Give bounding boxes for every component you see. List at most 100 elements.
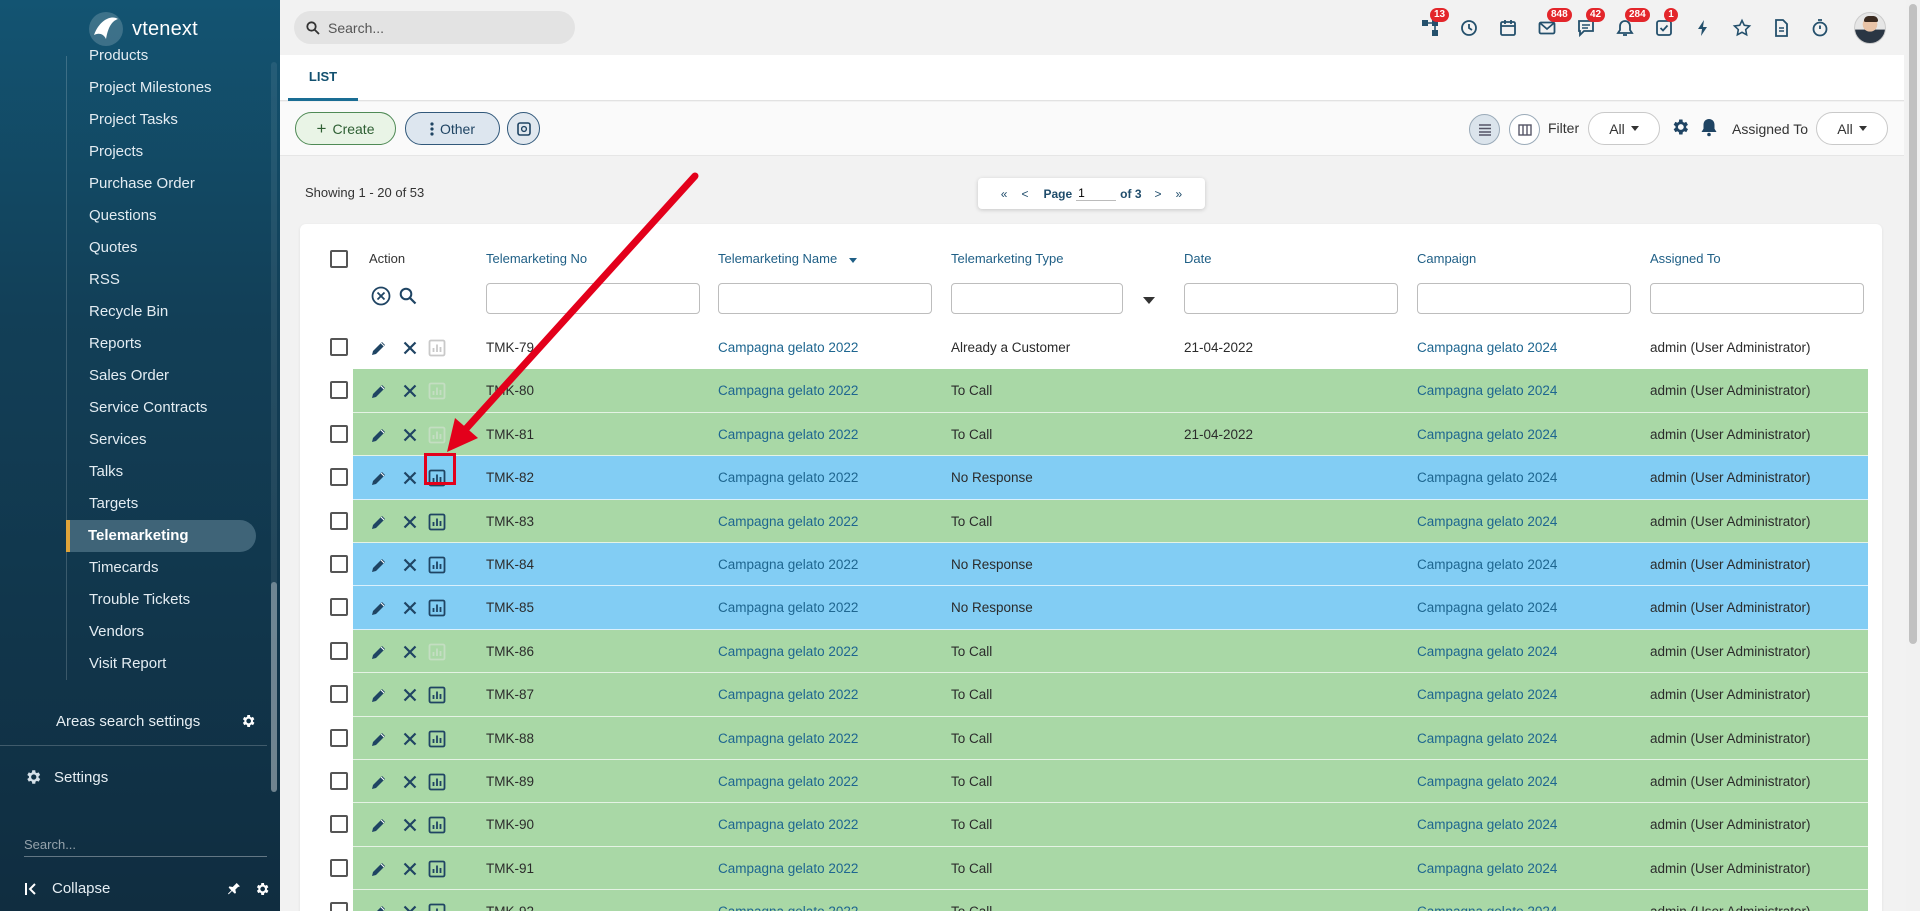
bell-icon[interactable] <box>1700 117 1718 137</box>
chart-icon[interactable] <box>427 859 447 879</box>
row-checkbox[interactable] <box>330 728 348 747</box>
column-header-assigned[interactable]: Assigned To <box>1650 251 1721 266</box>
cell-name[interactable]: Campagna gelato 2022 <box>718 731 858 746</box>
select-all-checkbox[interactable] <box>330 250 348 268</box>
table-row[interactable]: TMK-80 Campagna gelato 2022 To Call Campagn… <box>300 369 1868 413</box>
row-checkbox[interactable] <box>330 468 348 487</box>
delete-icon[interactable] <box>400 381 420 401</box>
edit-icon[interactable] <box>369 902 389 911</box>
cell-number[interactable]: TMK-85 <box>486 600 534 615</box>
edit-icon[interactable] <box>369 729 389 749</box>
sidebar-scrollbar-thumb[interactable] <box>271 582 277 792</box>
cell-number[interactable]: TMK-82 <box>486 470 534 485</box>
cell-campaign[interactable]: Campagna gelato 2024 <box>1417 687 1557 702</box>
sidebar-item-targets[interactable]: Targets <box>67 488 256 520</box>
sidebar-item-telemarketing[interactable]: Telemarketing <box>66 520 256 552</box>
page-number-input[interactable] <box>1076 186 1117 201</box>
edit-icon[interactable] <box>369 338 389 358</box>
sidebar-item-talks[interactable]: Talks <box>67 456 256 488</box>
last-page-button[interactable]: » <box>1169 187 1190 201</box>
cell-number[interactable]: TMK-80 <box>486 383 534 398</box>
collapse-sidebar[interactable]: Collapse <box>24 880 270 897</box>
column-header-campaign[interactable]: Campaign <box>1417 251 1476 266</box>
table-row[interactable]: TMK-91 Campagna gelato 2022 To Call Campagn… <box>300 846 1868 891</box>
sidebar-item-rss[interactable]: RSS <box>67 264 256 296</box>
user-avatar[interactable] <box>1854 12 1886 44</box>
gear-icon[interactable] <box>254 881 270 897</box>
cell-name[interactable]: Campagna gelato 2022 <box>718 470 858 485</box>
delete-icon[interactable] <box>400 815 420 835</box>
cell-campaign[interactable]: Campagna gelato 2024 <box>1417 644 1557 659</box>
edit-icon[interactable] <box>369 512 389 532</box>
cell-name[interactable]: Campagna gelato 2022 <box>718 514 858 529</box>
edit-icon[interactable] <box>369 598 389 618</box>
cell-name[interactable]: Campagna gelato 2022 <box>718 817 858 832</box>
column-header-name[interactable]: Telemarketing Name <box>718 251 857 266</box>
cell-campaign[interactable]: Campagna gelato 2024 <box>1417 557 1557 572</box>
table-row[interactable]: TMK-92 Campagna gelato 2022 To Call Campagn… <box>300 890 1868 911</box>
first-page-button[interactable]: « <box>994 187 1015 201</box>
sidebar-item-service-contracts[interactable]: Service Contracts <box>67 392 256 424</box>
delete-icon[interactable] <box>400 338 420 358</box>
row-checkbox[interactable] <box>330 902 348 911</box>
delete-icon[interactable] <box>400 555 420 575</box>
page-scrollbar[interactable] <box>1906 0 1920 911</box>
processes-button[interactable]: 13 <box>1410 8 1450 44</box>
edit-icon[interactable] <box>369 772 389 792</box>
favorites-button[interactable] <box>1722 12 1761 44</box>
cell-campaign[interactable]: Campagna gelato 2024 <box>1417 514 1557 529</box>
row-checkbox[interactable] <box>330 772 348 790</box>
edit-icon[interactable] <box>369 468 389 488</box>
cell-number[interactable]: TMK-91 <box>486 861 534 876</box>
tab-list[interactable]: LIST <box>288 55 358 101</box>
settings-view-button[interactable] <box>507 112 540 145</box>
cell-number[interactable]: TMK-92 <box>486 904 534 911</box>
sidebar-item-visit-report[interactable]: Visit Report <box>67 648 256 680</box>
sidebar-search-input[interactable] <box>24 833 267 857</box>
cell-name[interactable]: Campagna gelato 2022 <box>718 687 858 702</box>
chart-icon[interactable] <box>427 729 447 749</box>
cell-name[interactable]: Campagna gelato 2022 <box>718 861 858 876</box>
sidebar-item-services[interactable]: Services <box>67 424 256 456</box>
cell-name[interactable]: Campagna gelato 2022 <box>718 600 858 615</box>
chevron-down-icon[interactable] <box>1143 297 1155 304</box>
edit-icon[interactable] <box>369 685 389 705</box>
row-checkbox[interactable] <box>330 685 348 704</box>
cell-campaign[interactable]: Campagna gelato 2024 <box>1417 383 1557 398</box>
cell-campaign[interactable]: Campagna gelato 2024 <box>1417 774 1557 789</box>
sidebar-item-purchase-order[interactable]: Purchase Order <box>67 168 256 200</box>
messages-button[interactable]: 42 <box>1566 8 1606 44</box>
sidebar-scrollbar[interactable] <box>271 62 277 792</box>
table-row[interactable]: TMK-81 Campagna gelato 2022 To Call 21-04-2… <box>300 412 1868 457</box>
cell-number[interactable]: TMK-87 <box>486 687 534 702</box>
todos-button[interactable]: 1 <box>1644 8 1683 44</box>
table-row[interactable]: TMK-90 Campagna gelato 2022 To Call Campagn… <box>300 803 1868 847</box>
row-checkbox[interactable] <box>330 511 348 530</box>
timer-button[interactable] <box>1800 12 1839 44</box>
quick-actions-button[interactable] <box>1683 12 1722 44</box>
edit-icon[interactable] <box>369 555 389 575</box>
table-row[interactable]: TMK-83 Campagna gelato 2022 To Call Campagn… <box>300 499 1868 543</box>
column-header-number[interactable]: Telemarketing No <box>486 251 587 266</box>
table-row[interactable]: TMK-84 Campagna gelato 2022 No Response Cam… <box>300 543 1868 587</box>
column-header-date[interactable]: Date <box>1184 251 1211 266</box>
table-row[interactable]: TMK-88 Campagna gelato 2022 To Call Campagn… <box>300 716 1868 760</box>
cell-name[interactable]: Campagna gelato 2022 <box>718 427 858 442</box>
row-checkbox[interactable] <box>330 641 348 660</box>
other-button[interactable]: Other <box>405 112 500 145</box>
chart-icon[interactable] <box>427 772 447 792</box>
clear-filter-icon[interactable] <box>371 286 391 306</box>
chart-icon[interactable] <box>427 598 447 618</box>
pin-icon[interactable] <box>226 881 242 897</box>
notes-button[interactable] <box>1761 12 1800 44</box>
sidebar-item-vendors[interactable]: Vendors <box>67 616 256 648</box>
delete-icon[interactable] <box>400 772 420 792</box>
column-header-type[interactable]: Telemarketing Type <box>951 251 1064 266</box>
sidebar-item-project-milestones[interactable]: Project Milestones <box>67 72 256 104</box>
filter-assigned-input[interactable] <box>1650 283 1864 314</box>
row-checkbox[interactable] <box>330 381 348 400</box>
delete-icon[interactable] <box>400 468 420 488</box>
cell-campaign[interactable]: Campagna gelato 2024 <box>1417 817 1557 832</box>
delete-icon[interactable] <box>400 598 420 618</box>
sidebar-item-reports[interactable]: Reports <box>67 328 256 360</box>
